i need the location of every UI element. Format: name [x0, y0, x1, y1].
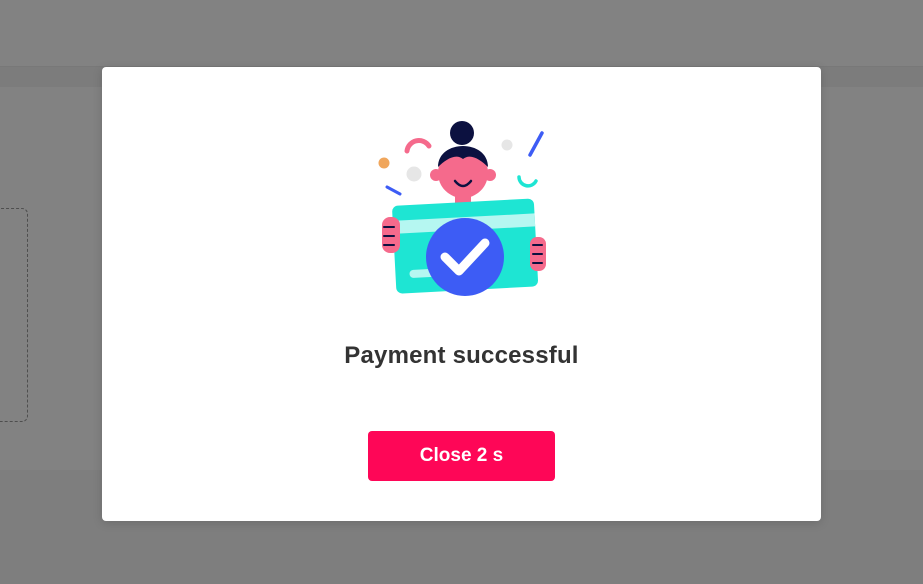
payment-success-modal: Payment successful Close 2 s — [102, 67, 821, 521]
hair-bun — [450, 121, 474, 145]
confetti-dot-grey-small — [501, 139, 513, 151]
close-button[interactable]: Close 2 s — [368, 431, 555, 481]
payment-success-illustration — [372, 119, 562, 299]
neck — [455, 193, 471, 203]
modal-title: Payment successful — [344, 342, 579, 369]
confetti-arc-pink — [404, 138, 432, 154]
confetti-arc-teal — [517, 175, 538, 188]
hand-right — [530, 237, 546, 271]
confetti-dot-grey — [406, 166, 422, 182]
payment-success-illustration-svg — [378, 121, 546, 296]
hand-left — [382, 217, 400, 253]
check-circle — [426, 218, 504, 296]
confetti-line-blue-left — [385, 185, 402, 196]
page: Payment successful Close 2 s — [0, 0, 923, 584]
confetti-dot-orange — [378, 157, 390, 169]
confetti-line-blue-right — [528, 131, 544, 157]
